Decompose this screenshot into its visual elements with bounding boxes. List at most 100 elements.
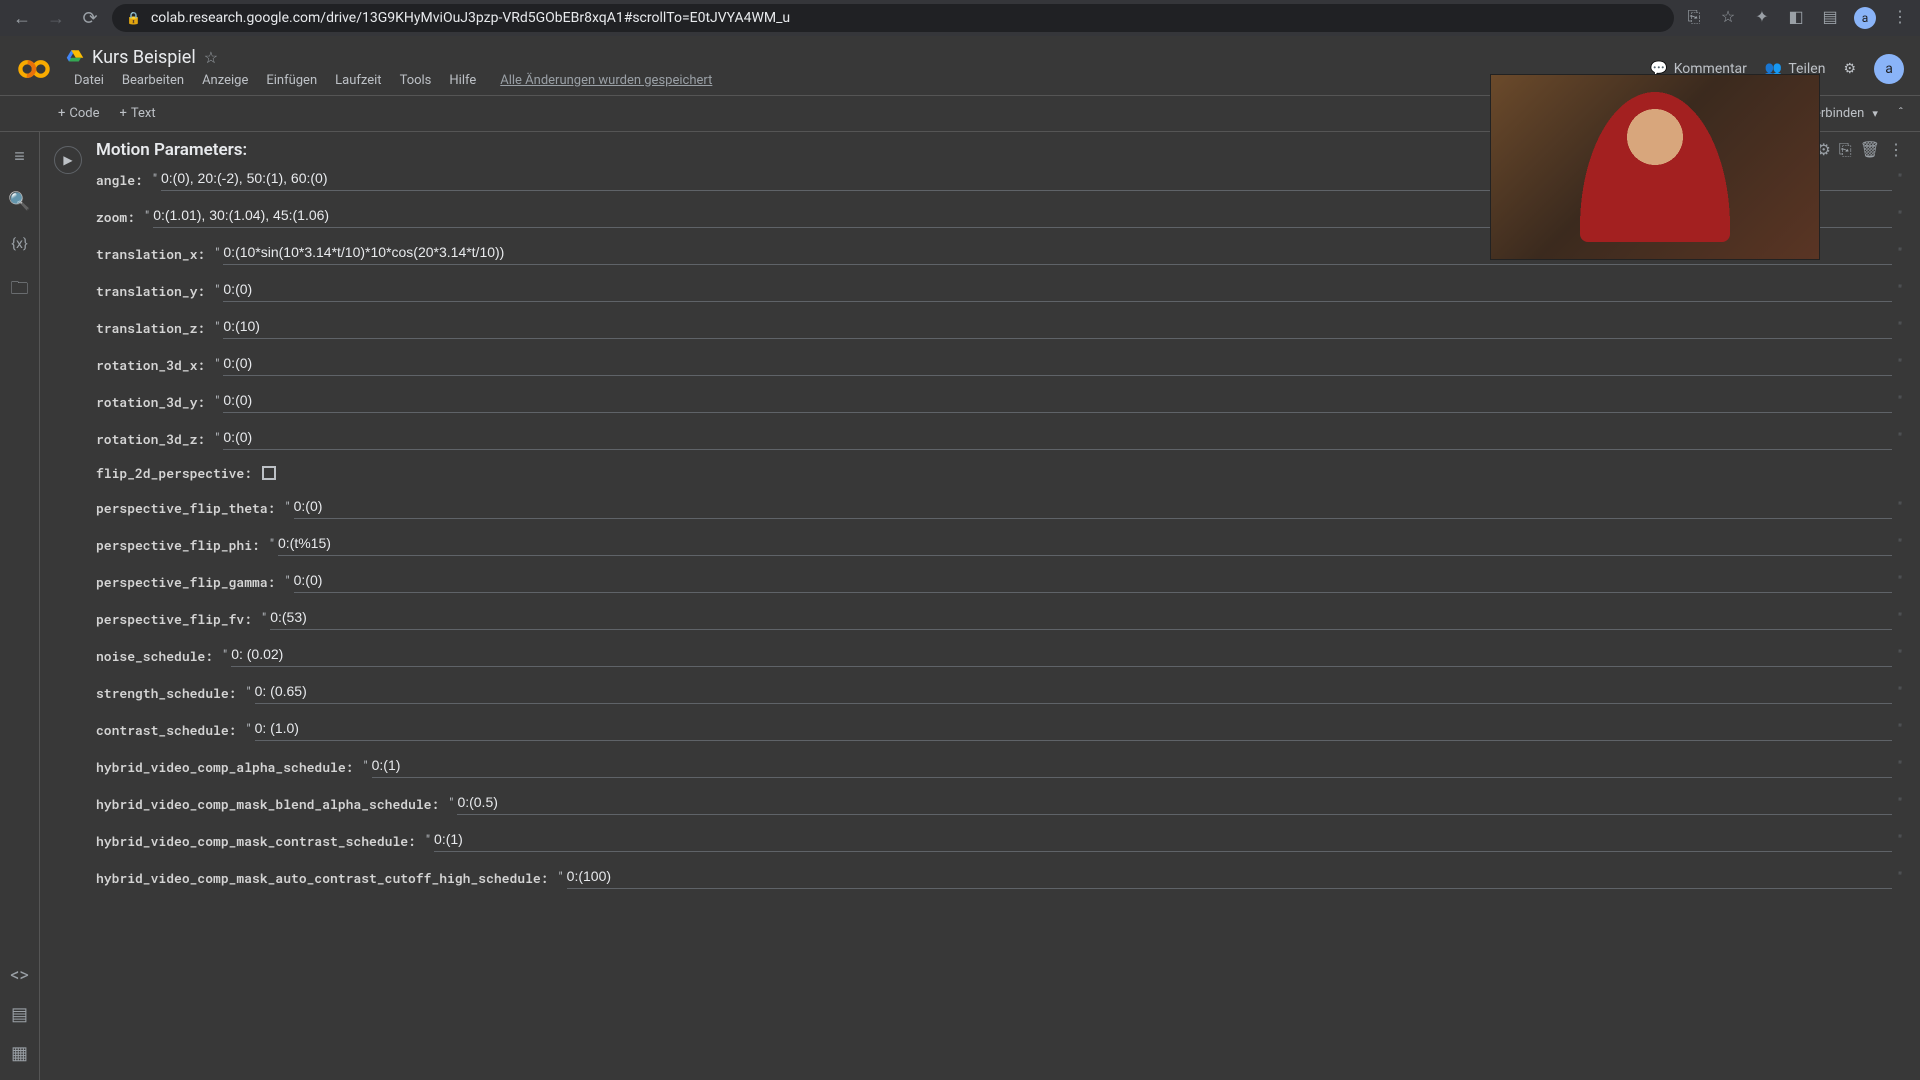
extensions-icon[interactable]: ✦ [1752,7,1772,29]
text-input[interactable] [223,316,1892,339]
user-avatar[interactable]: a [1874,54,1904,84]
menu-bearbeiten[interactable]: Bearbeiten [114,70,192,91]
drive-icon [66,48,84,66]
star-doc-icon[interactable]: ☆ [204,48,218,67]
text-input[interactable] [278,533,1892,556]
caret-up-icon[interactable]: ˆ [1898,106,1904,121]
form-label: noise_schedule: [96,647,213,665]
text-input[interactable] [434,829,1892,852]
menu-icon[interactable]: ⋮ [1890,7,1910,29]
text-input[interactable] [294,570,1892,593]
quote-close: " [1892,209,1902,224]
quote-open: " [262,611,266,626]
text-input[interactable] [294,496,1892,519]
menu-hilfe[interactable]: Hilfe [441,70,484,91]
text-input[interactable] [223,427,1892,450]
quote-close: " [1892,796,1902,811]
form-row: noise_schedule:"" [96,644,1902,667]
text-input[interactable] [223,353,1892,376]
text-input[interactable] [255,718,1892,741]
form-row: strength_schedule:"" [96,681,1902,704]
form-row: perspective_flip_phi:"" [96,533,1902,556]
menu-datei[interactable]: Datei [66,70,112,91]
mirror-icon[interactable]: ⎘ [1839,140,1852,160]
files-icon[interactable]: 🗀 [11,276,29,306]
quote-close: " [1892,394,1902,409]
search-icon[interactable]: 🔍 [8,191,30,212]
delete-icon[interactable]: 🗑 [1860,140,1880,160]
quote-close: " [1892,357,1902,372]
chrome-avatar[interactable]: a [1854,7,1876,29]
quote-close: " [1892,500,1902,515]
quote-close: " [1892,685,1902,700]
more-icon[interactable]: ⋮ [1888,140,1904,160]
quote-open: " [270,537,274,552]
form-row: hybrid_video_comp_mask_contrast_schedule… [96,829,1902,852]
address-bar[interactable]: 🔒 colab.research.google.com/drive/13G9KH… [112,4,1674,32]
quote-close: " [1892,648,1902,663]
add-text-button[interactable]: + Text [110,102,166,125]
forward-icon[interactable]: → [44,8,68,29]
url-text: colab.research.google.com/drive/13G9KHyM… [151,10,790,26]
add-code-button[interactable]: + Code [48,102,110,125]
plus-icon: + [58,106,65,121]
menu-laufzeit[interactable]: Laufzeit [327,70,389,91]
back-icon[interactable]: ← [10,8,34,29]
settings-icon[interactable]: ⚙ [1843,61,1856,77]
form-label: rotation_3d_x: [96,356,205,374]
quote-open: " [215,357,219,372]
form-label: strength_schedule: [96,684,236,702]
quote-open: " [145,209,149,224]
quote-open: " [363,759,367,774]
text-input[interactable] [223,279,1892,302]
variables-icon[interactable]: {x} [11,236,27,252]
notebook-content[interactable]: ▶ Motion Parameters: angle:""zoom:""tran… [40,132,1920,1080]
terminal-icon[interactable]: ▤ [11,1004,28,1025]
save-status[interactable]: Alle Änderungen wurden gespeichert [492,70,720,91]
quote-close: " [1892,722,1902,737]
run-cell-button[interactable]: ▶ [54,146,82,174]
text-input[interactable] [255,681,1892,704]
toc-icon[interactable]: ≡ [14,146,25,167]
form-label: perspective_flip_theta: [96,499,275,517]
form-label: hybrid_video_comp_mask_contrast_schedule… [96,832,416,850]
form-row: hybrid_video_comp_alpha_schedule:"" [96,755,1902,778]
text-input[interactable] [567,866,1892,889]
text-input[interactable] [223,390,1892,413]
quote-open: " [285,574,289,589]
sidepanel-icon[interactable]: ▤ [1820,7,1840,29]
lock-icon: 🔒 [126,11,141,25]
form-label: hybrid_video_comp_alpha_schedule: [96,758,353,776]
menu-anzeige[interactable]: Anzeige [194,70,256,91]
form-label: flip_2d_perspective: [96,464,252,482]
colab-logo-icon[interactable] [16,51,52,87]
form-label: rotation_3d_y: [96,393,205,411]
form-label: angle: [96,171,143,189]
text-input[interactable] [457,792,1892,815]
form-label: perspective_flip_phi: [96,536,260,554]
menu-einfuegen[interactable]: Einfügen [258,70,325,91]
form-label: hybrid_video_comp_mask_auto_contrast_cut… [96,869,548,887]
translate-icon[interactable]: ⎘ [1684,7,1704,29]
command-palette-icon[interactable]: ▦ [11,1043,28,1064]
form-row: perspective_flip_gamma:"" [96,570,1902,593]
text-input[interactable] [270,607,1892,630]
account-switch-icon[interactable]: ◧ [1786,7,1806,29]
form-row: rotation_3d_z:"" [96,427,1902,450]
reload-icon[interactable]: ⟳ [78,8,102,29]
code-snippets-icon[interactable]: <> [10,965,29,986]
checkbox-input[interactable] [262,466,276,480]
quote-open: " [449,796,453,811]
form-row: translation_z:"" [96,316,1902,339]
doc-title[interactable]: Kurs Beispiel [92,47,196,68]
form-label: perspective_flip_fv: [96,610,252,628]
form-row: flip_2d_perspective: [96,464,1902,482]
star-icon[interactable]: ☆ [1718,7,1738,29]
menu-tools[interactable]: Tools [392,70,440,91]
quote-open: " [215,394,219,409]
text-input[interactable] [372,755,1892,778]
text-input[interactable] [231,644,1892,667]
chevron-down-icon[interactable]: ▾ [1872,107,1878,120]
presenter-silhouette [1580,92,1730,242]
form-label: translation_z: [96,319,205,337]
